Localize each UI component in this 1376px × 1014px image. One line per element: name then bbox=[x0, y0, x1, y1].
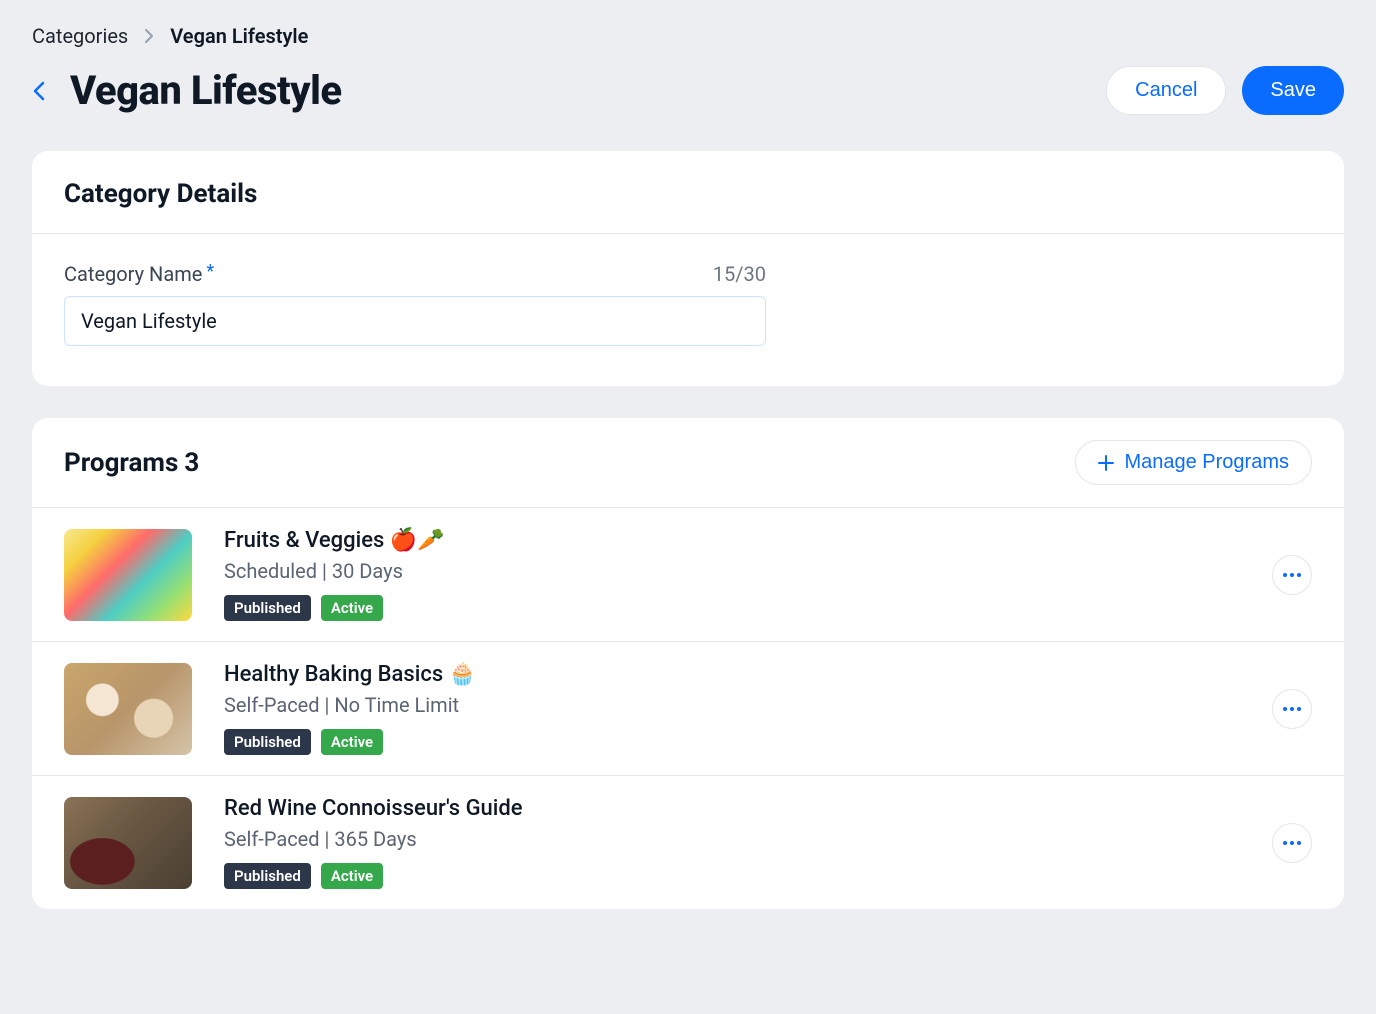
programs-card: Programs3 Manage Programs Fruits & Veggi… bbox=[32, 418, 1344, 909]
status-badge-published: Published bbox=[224, 729, 311, 755]
breadcrumb-parent[interactable]: Categories bbox=[32, 24, 128, 48]
page-header: Vegan Lifestyle Cancel Save bbox=[32, 66, 1344, 115]
dots-horizontal-icon bbox=[1283, 573, 1301, 577]
breadcrumb-current: Vegan Lifestyle bbox=[170, 24, 308, 48]
dots-horizontal-icon bbox=[1283, 841, 1301, 845]
program-title: Fruits & Veggies 🍎🥕 bbox=[224, 528, 1240, 553]
category-details-card: Category Details Category Name* 15/30 bbox=[32, 151, 1344, 386]
cancel-button[interactable]: Cancel bbox=[1106, 66, 1226, 115]
program-title: Red Wine Connoisseur's Guide bbox=[224, 796, 1240, 821]
status-badge-published: Published bbox=[224, 595, 311, 621]
program-meta: Self-Paced | No Time Limit bbox=[224, 693, 1240, 717]
program-row: Fruits & Veggies 🍎🥕 Scheduled | 30 Days … bbox=[32, 508, 1344, 642]
manage-programs-button[interactable]: Manage Programs bbox=[1075, 440, 1312, 485]
program-title: Healthy Baking Basics 🧁 bbox=[224, 662, 1240, 687]
status-badge-active: Active bbox=[321, 595, 383, 621]
char-count: 15/30 bbox=[713, 262, 766, 286]
more-options-button[interactable] bbox=[1272, 689, 1312, 729]
program-meta: Scheduled | 30 Days bbox=[224, 559, 1240, 583]
program-row: Red Wine Connoisseur's Guide Self-Paced … bbox=[32, 776, 1344, 909]
category-name-label: Category Name* bbox=[64, 262, 214, 286]
breadcrumb: Categories Vegan Lifestyle bbox=[32, 24, 1344, 48]
more-options-button[interactable] bbox=[1272, 555, 1312, 595]
section-title-details: Category Details bbox=[64, 179, 1312, 209]
back-button[interactable] bbox=[32, 80, 46, 102]
more-options-button[interactable] bbox=[1272, 823, 1312, 863]
status-badge-active: Active bbox=[321, 863, 383, 889]
dots-horizontal-icon bbox=[1283, 707, 1301, 711]
save-button[interactable]: Save bbox=[1242, 66, 1344, 115]
program-meta: Self-Paced | 365 Days bbox=[224, 827, 1240, 851]
page-title: Vegan Lifestyle bbox=[70, 67, 342, 114]
chevron-right-icon bbox=[144, 28, 154, 44]
section-title-programs: Programs3 bbox=[64, 448, 199, 478]
program-thumbnail bbox=[64, 663, 192, 755]
program-row: Healthy Baking Basics 🧁 Self-Paced | No … bbox=[32, 642, 1344, 776]
program-thumbnail bbox=[64, 529, 192, 621]
category-name-input[interactable] bbox=[64, 296, 766, 346]
plus-icon bbox=[1098, 455, 1114, 471]
status-badge-active: Active bbox=[321, 729, 383, 755]
program-thumbnail bbox=[64, 797, 192, 889]
status-badge-published: Published bbox=[224, 863, 311, 889]
